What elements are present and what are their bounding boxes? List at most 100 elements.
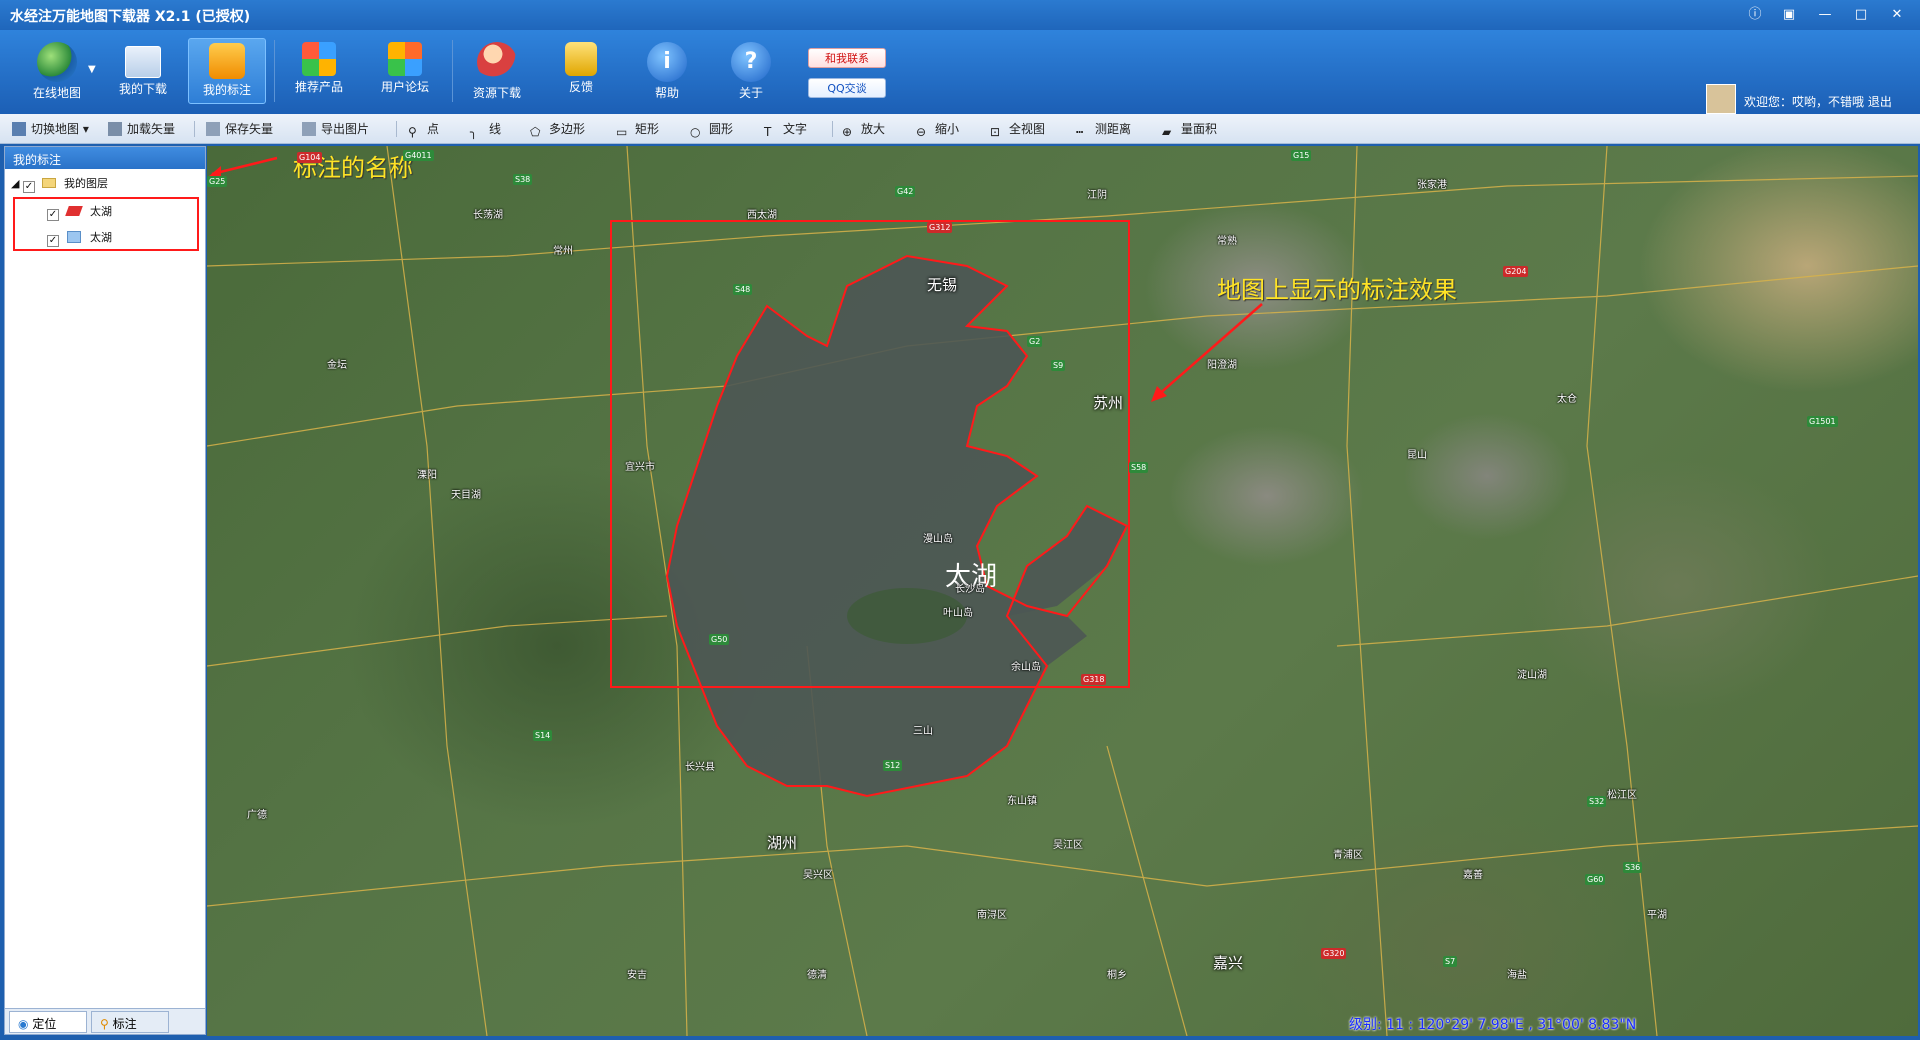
rectangle-tool-button[interactable]: ▭ 矩形 [616, 120, 659, 139]
title-bar: 水经注万能地图下载器 X2.1 (已授权) ⓘ ▣ — □ ✕ [0, 0, 1920, 30]
place-label: 长兴县 [685, 762, 715, 773]
avatar [1706, 84, 1736, 114]
place-label: 宜兴市 [625, 462, 655, 473]
road-badge: G15 [1291, 150, 1312, 161]
online-map-button[interactable]: 在线地图 [18, 38, 96, 104]
tab-annotate[interactable]: ⚲ 标注 [91, 1011, 169, 1033]
people-icon [477, 42, 517, 82]
feedback-button[interactable]: 反馈 [542, 38, 620, 104]
map-view[interactable]: 标注的名称 地图上显示的标注效果 太湖 苏州 无锡 湖州 嘉兴 宜兴市 长兴县 … [207, 146, 1918, 1036]
tree-root-my-layers[interactable]: ◢ ✓ 我的图层 [11, 175, 108, 195]
tab-locate[interactable]: ◉ 定位 [9, 1011, 87, 1033]
root-checkbox[interactable]: ✓ [22, 181, 35, 193]
place-label: 广德 [247, 810, 267, 821]
place-label: 常州 [553, 246, 573, 257]
layer-checkbox[interactable]: ✓ [47, 209, 59, 221]
info-icon[interactable]: ⓘ [1740, 4, 1770, 26]
road-badge: G318 [1081, 674, 1107, 685]
road-badge: G1501 [1807, 416, 1838, 427]
line-icon: ╮ [470, 125, 478, 139]
place-label: 江阴 [1087, 190, 1107, 201]
switch-map-button[interactable]: 切换地图 ▾ [12, 120, 89, 138]
rectangle-layer-icon [66, 231, 81, 243]
annotation-effect-callout: 地图上显示的标注效果 [1217, 276, 1457, 304]
circle-icon: ○ [690, 125, 701, 139]
road-badge: G25 [207, 176, 228, 187]
question-icon: ? [731, 42, 771, 82]
settings-icon[interactable]: ▣ [1774, 4, 1804, 26]
polygon-tool-button[interactable]: ⬠ 多边形 [530, 120, 585, 139]
about-button[interactable]: ? 关于 [712, 38, 790, 104]
chevron-down-icon[interactable]: ▼ [88, 64, 96, 75]
resource-download-button[interactable]: 资源下载 [458, 38, 536, 104]
maximize-icon[interactable]: □ [1846, 4, 1876, 26]
road-badge: G312 [927, 222, 953, 233]
zoom-out-button[interactable]: ⊖ 缩小 [916, 120, 959, 139]
road-badge: G104 [297, 152, 323, 163]
road-badge: S58 [1129, 462, 1149, 473]
measure-area-button[interactable]: ▰ 量面积 [1162, 120, 1217, 139]
load-vector-icon [108, 122, 122, 136]
measure-distance-icon: ┅ [1076, 125, 1084, 139]
road-badge: G204 [1503, 266, 1529, 277]
map-canvas[interactable] [207, 146, 1918, 1036]
road-badge: S9 [1051, 360, 1066, 371]
layer-checkbox[interactable]: ✓ [47, 235, 59, 247]
full-extent-button[interactable]: ⊡ 全视图 [990, 120, 1045, 139]
taihu-lake-water [667, 256, 1087, 796]
forum-icon [388, 42, 422, 76]
place-label: 漫山岛 [923, 534, 953, 545]
welcome-text[interactable]: 欢迎您：哎哟，不错哦 退出 [1744, 93, 1892, 110]
measure-area-icon: ▰ [1162, 125, 1172, 139]
layer-item[interactable]: ✓ 太湖 [47, 229, 112, 249]
road-badge: G4011 [403, 150, 434, 161]
measure-distance-button[interactable]: ┅ 测距离 [1076, 120, 1131, 139]
full-extent-icon: ⊡ [990, 125, 1001, 139]
road-badge: G2 [1027, 336, 1043, 347]
qq-chat-button[interactable]: QQ交谈 [808, 78, 886, 98]
road-badge: G60 [1585, 874, 1606, 885]
place-label: 淀山湖 [1517, 670, 1547, 681]
place-label: 南浔区 [977, 910, 1007, 921]
road-badge: S32 [1587, 796, 1607, 807]
pin-icon: ⚲ [100, 1017, 109, 1031]
my-downloads-button[interactable]: 我的下载 [104, 38, 182, 104]
line-tool-button[interactable]: ╮ 线 [470, 120, 501, 139]
save-vector-icon [206, 122, 220, 136]
contact-me-button[interactable]: 和我联系 [808, 48, 886, 68]
place-label: 天目湖 [451, 490, 481, 501]
export-image-button[interactable]: 导出图片 [302, 120, 369, 138]
place-label: 张家港 [1417, 180, 1447, 191]
toolbar-divider [832, 121, 833, 137]
user-forum-button[interactable]: 用户论坛 [366, 38, 444, 104]
load-vector-button[interactable]: 加载矢量 [108, 120, 175, 138]
recommended-products-button[interactable]: 推荐产品 [280, 38, 358, 104]
help-button[interactable]: i 帮助 [628, 38, 706, 104]
main-toolbar: 在线地图 ▼ 我的下载 我的标注 推荐产品 用户论坛 资源下载 反馈 i 帮助 … [0, 30, 1920, 114]
export-image-icon [302, 122, 316, 136]
zoom-out-icon: ⊖ [916, 125, 927, 139]
place-label: 海盐 [1507, 970, 1527, 981]
point-tool-button[interactable]: ⚲ 点 [408, 120, 439, 139]
place-label: 阳澄湖 [1207, 360, 1237, 371]
place-label: 余山岛 [1011, 662, 1041, 673]
collapse-icon[interactable]: ◢ [11, 177, 19, 190]
place-label: 三山 [913, 726, 933, 737]
minimize-icon[interactable]: — [1810, 4, 1840, 26]
place-label: 长沙岛 [955, 584, 985, 595]
place-label: 嘉善 [1463, 870, 1483, 881]
circle-tool-button[interactable]: ○ 圆形 [690, 120, 733, 139]
layers-icon [12, 122, 26, 136]
save-vector-button[interactable]: 保存矢量 [206, 120, 273, 138]
polygon-icon: ⬠ [530, 125, 541, 139]
panel-tabs: ◉ 定位 ⚲ 标注 [5, 1008, 205, 1034]
place-label: 溧阳 [417, 470, 437, 481]
close-icon[interactable]: ✕ [1882, 4, 1912, 26]
my-annotations-button[interactable]: 我的标注 [188, 38, 266, 104]
layer-item[interactable]: ✓ 太湖 [47, 203, 112, 223]
zoom-in-button[interactable]: ⊕ 放大 [842, 120, 885, 139]
toolbar-divider [396, 121, 397, 137]
text-tool-button[interactable]: T 文字 [764, 120, 807, 139]
city-label: 苏州 [1093, 394, 1124, 412]
globe-icon [37, 42, 77, 82]
